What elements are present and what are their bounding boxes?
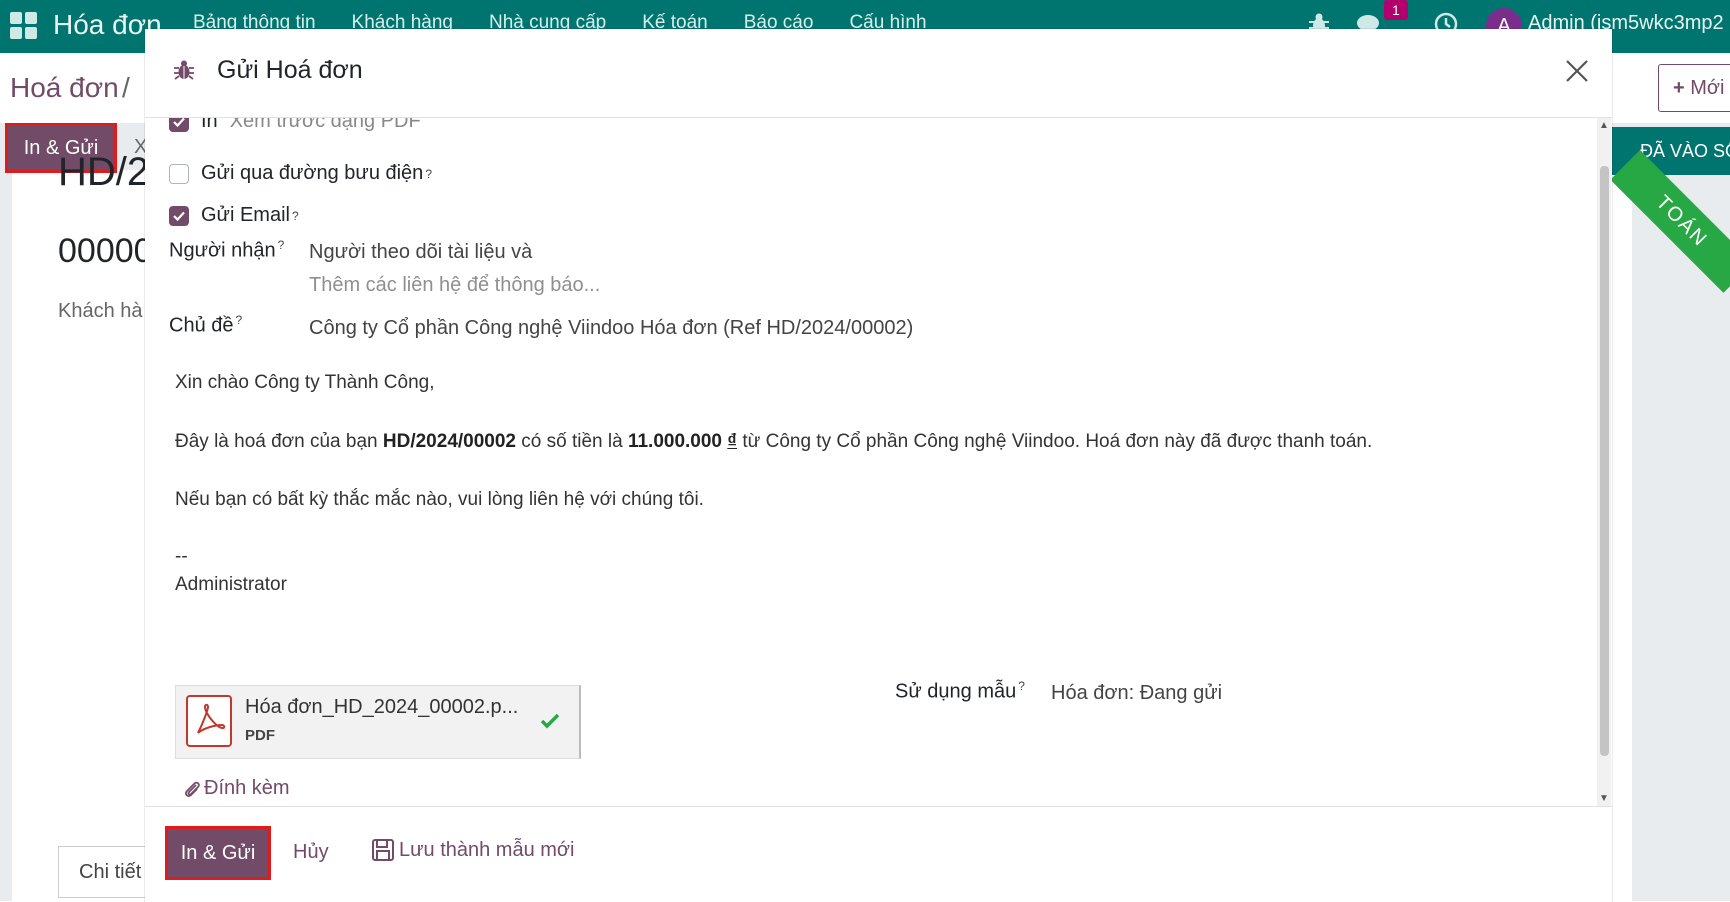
email-checkbox[interactable] <box>169 205 189 226</box>
save-as-template-button[interactable]: Lưu thành mẫu mới <box>371 838 574 862</box>
help-icon[interactable]: ? <box>292 209 299 223</box>
save-template-label: Lưu thành mẫu mới <box>399 838 575 861</box>
attach-file-button[interactable]: Đính kèm <box>183 777 290 800</box>
signature: Administrator <box>175 574 287 595</box>
scroll-thumb[interactable] <box>1600 166 1609 756</box>
upload-done-check-icon <box>540 713 560 729</box>
invoice-number: 00000 <box>58 232 153 270</box>
post-label: Gửi qua đường bưu điện <box>201 162 424 184</box>
breadcrumb-separator: / <box>122 72 130 103</box>
attachment-type: PDF <box>245 727 275 744</box>
body-greeting: Xin chào Công ty Thành Công, <box>175 372 435 393</box>
email-option[interactable]: Gửi Email? <box>169 204 299 227</box>
print-option[interactable]: In Xem trước dạng PDF <box>169 118 421 133</box>
plus-icon: + <box>1673 77 1691 99</box>
recipients-value[interactable]: Người theo dõi tài liệu và <box>309 241 532 264</box>
template-select[interactable]: Hóa đơn: Đang gửi <box>1051 682 1222 705</box>
scroll-down-arrow[interactable]: ▼ <box>1599 793 1609 804</box>
pdf-file-icon <box>186 695 232 747</box>
send-invoice-dialog: Gửi Hoá đơn In Xem trước dạng PDF Gửi qu… <box>145 29 1612 902</box>
recipients-label: Người nhận? <box>169 238 285 262</box>
attachment-name: Hóa đơn_HD_2024_00002.p... <box>245 696 519 718</box>
help-icon[interactable]: ? <box>1018 679 1025 693</box>
close-icon[interactable] <box>1563 57 1591 85</box>
template-label: Sử dụng mẫu? <box>895 679 1025 703</box>
new-button-label: Mới <box>1690 77 1725 99</box>
print-label: In <box>201 118 218 132</box>
help-icon[interactable]: ? <box>236 313 243 327</box>
body-line-contact: Nếu bạn có bất kỳ thắc mắc nào, vui lòng… <box>175 489 704 510</box>
email-label: Gửi Email <box>201 204 290 226</box>
attachment-card[interactable]: Hóa đơn_HD_2024_00002.p... PDF <box>175 685 581 759</box>
customer-label: Khách hà <box>58 300 143 322</box>
dialog-footer: In & Gửi Hủy Lưu thành mẫu mới <box>145 806 1612 902</box>
dialog-header: Gửi Hoá đơn <box>145 29 1612 118</box>
post-checkbox[interactable] <box>169 163 189 184</box>
help-icon[interactable]: ? <box>278 238 285 252</box>
print-hint: Xem trước dạng PDF <box>229 118 421 132</box>
post-option[interactable]: Gửi qua đường bưu điện? <box>169 162 432 185</box>
dialog-scrollbar[interactable]: ▲ ▼ <box>1597 118 1611 806</box>
message-count-badge: 1 <box>1384 0 1408 20</box>
attach-label: Đính kèm <box>204 777 290 799</box>
dialog-body: In Xem trước dạng PDF Gửi qua đường bưu … <box>145 118 1612 834</box>
check-icon <box>173 211 185 221</box>
print-send-button[interactable]: In & Gửi <box>165 826 271 880</box>
dialog-title: Gửi Hoá đơn <box>217 56 363 84</box>
subject-input[interactable]: Công ty Cổ phần Công nghệ Viindoo Hóa đơ… <box>309 317 913 340</box>
new-button[interactable]: + Mới <box>1658 64 1730 112</box>
subject-label: Chủ đề? <box>169 313 243 337</box>
floppy-disk-icon <box>372 839 394 861</box>
apps-grid-icon[interactable] <box>10 12 38 40</box>
cancel-button[interactable]: Hủy <box>293 841 329 864</box>
print-checkbox[interactable] <box>169 118 189 132</box>
signature-separator: -- <box>175 546 188 567</box>
body-line-invoice: Đây là hoá đơn của bạn HD/2024/00002 có … <box>175 431 1373 452</box>
paperclip-icon <box>185 781 200 797</box>
scroll-up-arrow[interactable]: ▲ <box>1599 120 1609 131</box>
check-icon <box>173 118 185 127</box>
recipients-input[interactable]: Thêm các liên hệ để thông báo... <box>309 274 600 297</box>
breadcrumb-invoices[interactable]: Hoá đơn <box>10 72 119 104</box>
help-icon[interactable]: ? <box>425 167 432 181</box>
bug-icon <box>174 60 194 80</box>
invoice-title: HD/2 <box>58 150 150 194</box>
